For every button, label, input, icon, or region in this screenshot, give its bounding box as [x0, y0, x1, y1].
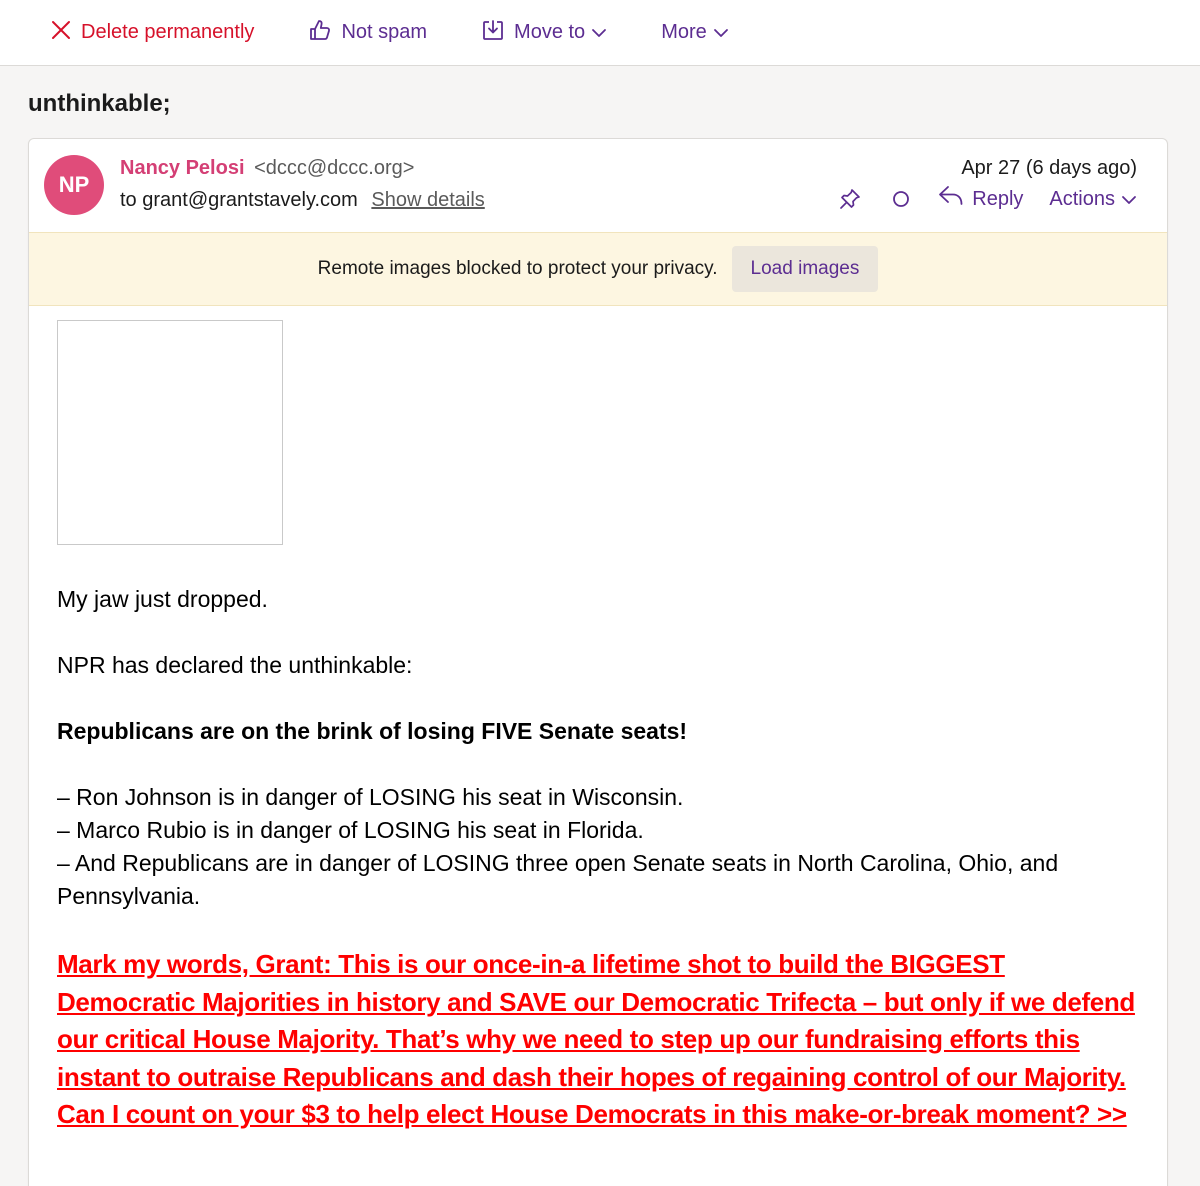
reply-button[interactable]: Reply — [938, 185, 1023, 213]
show-details-link[interactable]: Show details — [371, 189, 484, 211]
avatar: NP — [44, 155, 104, 215]
reply-label: Reply — [972, 187, 1024, 210]
toolbar: Delete permanently Not spam Move to More — [0, 0, 1200, 66]
remote-images-banner: Remote images blocked to protect your pr… — [29, 232, 1167, 306]
pin-icon[interactable] — [838, 187, 862, 211]
not-spam-label: Not spam — [341, 21, 428, 43]
recipient-line: to grant@grantstavely.com Show details — [120, 189, 485, 212]
body-paragraph: My jaw just dropped. — [57, 586, 268, 612]
message-card: NP Nancy Pelosi <dccc@dccc.org> to grant… — [28, 138, 1168, 1186]
reply-icon — [938, 185, 964, 213]
list-item: – And Republicans are in danger of LOSIN… — [57, 850, 1059, 909]
message-body: My jaw just dropped. NPR has declared th… — [57, 583, 1137, 1134]
actions-button[interactable]: Actions — [1049, 188, 1137, 211]
banner-text: Remote images blocked to protect your pr… — [317, 258, 718, 279]
close-icon — [50, 19, 72, 47]
load-images-button[interactable]: Load images — [731, 246, 879, 292]
body-list: – Ron Johnson is in danger of LOSING his… — [57, 781, 1137, 913]
delete-permanently-label: Delete permanently — [81, 21, 255, 43]
move-to-folder-icon — [481, 18, 505, 48]
move-to-label: Move to — [514, 21, 586, 43]
message-actions: Reply Actions — [838, 185, 1137, 213]
body-paragraph: NPR has declared the unthinkable: — [57, 652, 413, 678]
chevron-down-icon — [713, 21, 729, 44]
from-line: Nancy Pelosi <dccc@dccc.org> — [120, 157, 414, 180]
delete-permanently-button[interactable]: Delete permanently — [50, 19, 254, 47]
chevron-down-icon — [591, 21, 607, 44]
list-item: – Ron Johnson is in danger of LOSING his… — [57, 784, 684, 810]
donate-cta-link[interactable]: Mark my words, Grant: This is our once-i… — [57, 946, 1137, 1134]
list-item: – Marco Rubio is in danger of LOSING his… — [57, 817, 644, 843]
blocked-image-placeholder — [57, 320, 283, 545]
body-headline: Republicans are on the brink of losing F… — [57, 718, 688, 744]
sender-name[interactable]: Nancy Pelosi — [120, 157, 245, 179]
email-subject: unthinkable; — [28, 90, 171, 117]
more-label: More — [661, 21, 707, 43]
move-to-button[interactable]: Move to — [481, 18, 607, 48]
sender-email: <dccc@dccc.org> — [254, 157, 415, 179]
chevron-down-icon — [1121, 188, 1137, 211]
mark-unread-circle-icon[interactable] — [892, 190, 910, 208]
more-button[interactable]: More — [661, 21, 729, 44]
recipient: to grant@grantstavely.com — [120, 189, 358, 211]
message-date: Apr 27 (6 days ago) — [961, 157, 1137, 179]
thumbs-up-icon — [308, 18, 332, 48]
actions-label: Actions — [1049, 187, 1115, 210]
not-spam-button[interactable]: Not spam — [308, 18, 427, 48]
